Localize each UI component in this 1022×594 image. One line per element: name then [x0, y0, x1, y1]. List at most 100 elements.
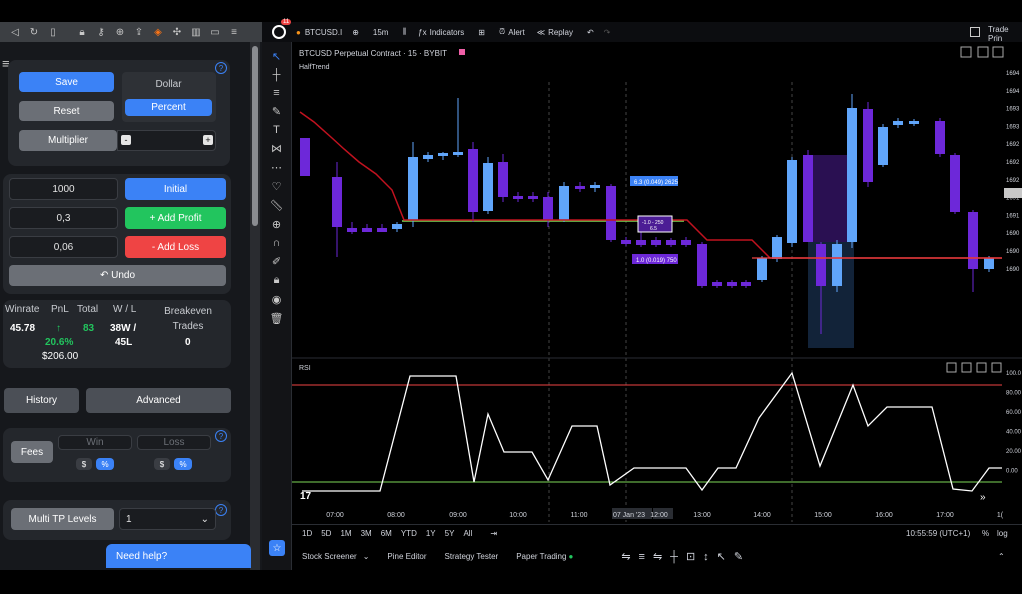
heart-icon[interactable]: ♡: [272, 180, 282, 193]
zoom-in-icon[interactable]: ⊕: [272, 218, 281, 231]
percent-option[interactable]: Percent: [125, 99, 212, 116]
tab-pine-editor[interactable]: Pine Editor: [387, 552, 426, 561]
initial-button[interactable]: Initial: [125, 178, 226, 200]
save-button[interactable]: Save: [19, 72, 114, 92]
scrollbar-thumb[interactable]: [252, 46, 258, 226]
range-ytd[interactable]: YTD: [401, 529, 417, 538]
reload-icon[interactable]: ↻: [29, 27, 39, 38]
trendline-icon[interactable]: ≡: [273, 87, 279, 99]
ruler-icon[interactable]: 📏︎: [270, 199, 284, 212]
price-scale[interactable]: 1694169416931693169216921692169116911690…: [1004, 71, 1022, 273]
multiplier-button[interactable]: Multiplier: [19, 130, 117, 151]
undo-icon[interactable]: ↶: [587, 28, 594, 37]
need-help-button[interactable]: Need help?: [106, 544, 251, 568]
back-icon[interactable]: ◁: [10, 27, 20, 38]
range-1y[interactable]: 1Y: [426, 529, 436, 538]
extensions-icon[interactable]: ✣: [172, 27, 182, 38]
profit-input[interactable]: 0,3: [9, 207, 118, 229]
key-icon[interactable]: ⚷: [96, 27, 106, 38]
breakeven-header: Breakeven Trades: [164, 306, 212, 332]
replay-button[interactable]: Replay: [548, 28, 573, 37]
range-1d[interactable]: 1D: [302, 529, 312, 538]
candle: [863, 109, 873, 182]
log-toggle[interactable]: log: [997, 529, 1008, 538]
add-profit-button[interactable]: + Add Profit: [125, 207, 226, 229]
brave-icon[interactable]: ◈: [153, 27, 163, 38]
time-axis[interactable]: 07:00 08:00 09:00 10:00 11:00 07 Jan '23 12:00…: [326, 508, 1004, 519]
zoom-icon[interactable]: ⊕: [115, 27, 125, 38]
decrement-button[interactable]: -: [121, 135, 131, 145]
multi-tp-button[interactable]: Multi TP Levels: [11, 508, 114, 530]
range-1m[interactable]: 1M: [340, 529, 351, 538]
pattern-icon[interactable]: ⋈: [271, 142, 282, 155]
reset-button[interactable]: Reset: [19, 101, 114, 121]
tab-stock-screener[interactable]: Stock Screener: [302, 552, 357, 561]
win-dollar-toggle[interactable]: $: [76, 458, 92, 470]
undo-button[interactable]: ↶ Undo: [9, 265, 226, 286]
trash-icon[interactable]: 🗑︎: [270, 312, 284, 325]
loss-input[interactable]: 0,06: [9, 236, 118, 258]
magnet-icon[interactable]: ∩: [273, 237, 281, 249]
share-icon[interactable]: ⇪: [134, 27, 144, 38]
chevron-down-icon[interactable]: ⌄: [363, 552, 370, 561]
balance-input[interactable]: 1000: [9, 178, 118, 200]
compare-icon[interactable]: ⊕: [352, 28, 359, 37]
loss-fee-input[interactable]: Loss: [137, 435, 211, 450]
increment-button[interactable]: +: [203, 135, 213, 145]
eye-icon[interactable]: ◉: [272, 293, 282, 306]
loss-dollar-toggle[interactable]: $: [154, 458, 170, 470]
range-6m[interactable]: 6M: [381, 529, 392, 538]
loss-percent-toggle[interactable]: %: [174, 458, 192, 470]
indicators-button[interactable]: Indicators: [430, 28, 465, 37]
price-chart[interactable]: BTCUSD Perpetual Contract · 15 · BYBIT H…: [292, 42, 1022, 524]
add-loss-button[interactable]: - Add Loss: [125, 236, 226, 258]
trade-checkbox[interactable]: [970, 27, 980, 37]
tp-level-select[interactable]: 1 ⌄: [119, 508, 216, 530]
symbol-search[interactable]: BTCUSD.I: [305, 28, 342, 37]
candle: [606, 186, 616, 240]
wallet-icon[interactable]: ▭: [210, 27, 220, 38]
text-icon[interactable]: T: [273, 124, 280, 136]
multiplier-stepper[interactable]: [117, 130, 216, 151]
dollar-option[interactable]: Dollar: [125, 76, 212, 93]
cursor-icon[interactable]: ↖: [272, 50, 281, 63]
range-5d[interactable]: 5D: [321, 529, 331, 538]
brush-icon[interactable]: ✎: [272, 105, 281, 118]
help-icon[interactable]: ?: [215, 62, 227, 74]
candle-type-icon[interactable]: ⫼: [402, 27, 406, 37]
tab-strategy-tester[interactable]: Strategy Tester: [445, 552, 499, 561]
lock-icon[interactable]: 🔒︎: [274, 274, 280, 287]
goto-date-icon[interactable]: ⇥: [490, 529, 497, 538]
pencil-lock-icon[interactable]: ✐: [272, 255, 281, 268]
pane-controls[interactable]: [960, 46, 1004, 58]
advanced-dropdown[interactable]: Advanced: [86, 388, 231, 413]
crosshair-icon[interactable]: ┼: [273, 69, 281, 81]
bookmark-icon[interactable]: ▯: [48, 27, 58, 38]
redo-icon[interactable]: ↷: [604, 28, 611, 37]
scroll-right-icon[interactable]: »: [980, 492, 986, 503]
collapse-icon[interactable]: ⌃: [998, 552, 1005, 561]
alert-button[interactable]: Alert: [508, 28, 524, 37]
win-fee-input[interactable]: Win: [58, 435, 132, 450]
favorites-icon[interactable]: ☆: [269, 540, 285, 556]
history-dropdown[interactable]: History: [4, 388, 79, 413]
fees-button[interactable]: Fees: [11, 441, 53, 463]
help-icon[interactable]: ?: [215, 430, 227, 442]
order-icons[interactable]: ⇋≡⇋┼⊡↕↖✎: [621, 550, 751, 563]
timeframe-select[interactable]: 15m: [373, 28, 389, 37]
templates-icon[interactable]: ⊞: [478, 28, 485, 37]
rsi-pane-controls[interactable]: [946, 362, 1002, 373]
range-3m[interactable]: 3M: [361, 529, 372, 538]
percent-toggle[interactable]: %: [982, 529, 989, 538]
range-all[interactable]: All: [463, 529, 472, 538]
avatar[interactable]: 11: [272, 19, 292, 39]
candle: [513, 196, 523, 199]
sidebar-icon[interactable]: ▥: [191, 27, 201, 38]
menu-icon[interactable]: ≡: [229, 27, 239, 38]
tab-paper-trading[interactable]: Paper Trading: [516, 552, 566, 561]
clock[interactable]: 10:55:59 (UTC+1): [906, 529, 970, 538]
win-percent-toggle[interactable]: %: [96, 458, 114, 470]
help-icon[interactable]: ?: [215, 504, 227, 516]
forecast-icon[interactable]: ⋯: [271, 161, 282, 174]
range-5y[interactable]: 5Y: [445, 529, 455, 538]
